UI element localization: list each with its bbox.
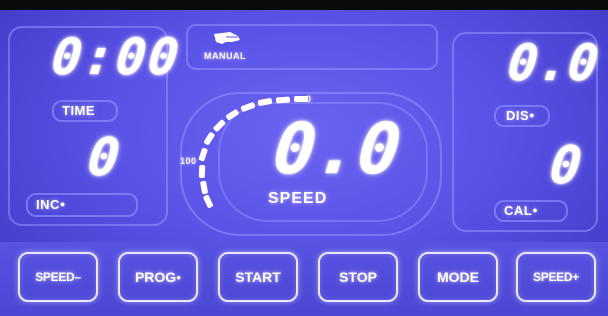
stop-button[interactable]: STOP	[318, 252, 398, 302]
dot-icon: ●	[529, 110, 536, 120]
incline-label: INC●	[36, 197, 66, 212]
dot-icon: ●	[59, 199, 66, 209]
start-button[interactable]: START	[218, 252, 298, 302]
treadmill-console-screen: 0:00 TIME 0 INC● MANUAL 0 100 0.0 SPEED …	[0, 0, 608, 316]
speed-label: SPEED	[268, 190, 328, 207]
prog-button[interactable]: PROG ●	[118, 252, 198, 302]
speed-down-button[interactable]: SPEED–	[18, 252, 98, 302]
calories-label: CAL●	[504, 203, 539, 218]
gauge-min-label: 0	[306, 94, 312, 104]
distance-readout: 0.0	[504, 34, 602, 92]
calories-readout: 0	[546, 136, 587, 196]
speed-up-button[interactable]: SPEED+	[516, 252, 596, 302]
dot-icon: ●	[532, 205, 539, 215]
incline-readout: 0	[84, 128, 125, 188]
speed-readout: 0.0	[269, 108, 405, 190]
hand-pointer-icon	[212, 30, 242, 46]
gauge-max-label: 100	[180, 156, 197, 166]
time-label: TIME	[62, 103, 96, 118]
distance-label: DIS●	[506, 108, 536, 123]
time-readout: 0:00	[48, 28, 184, 86]
mode-button[interactable]: MODE	[418, 252, 498, 302]
dot-icon: ●	[176, 272, 182, 282]
program-label: MANUAL	[204, 51, 246, 61]
